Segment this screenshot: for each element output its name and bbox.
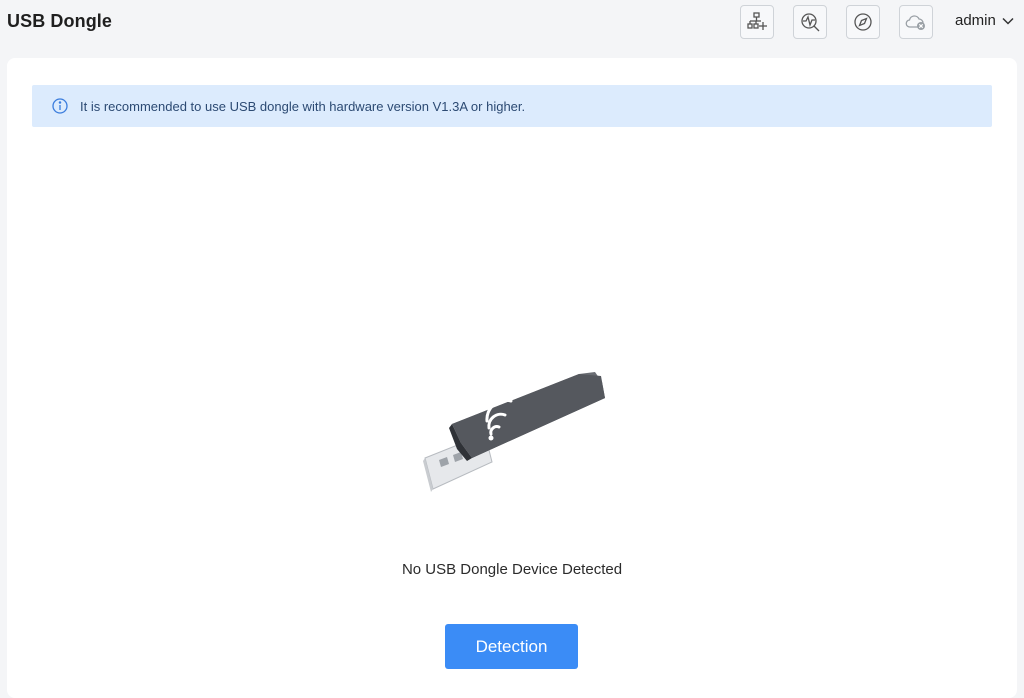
compass-button[interactable]	[846, 5, 880, 39]
top-bar: USB Dongle admin	[0, 0, 1024, 48]
detection-button[interactable]: Detection	[445, 624, 578, 669]
diagnostics-button[interactable]	[793, 5, 827, 39]
cloud-disconnected-icon	[904, 11, 928, 33]
compass-icon	[852, 11, 874, 33]
network-add-icon	[746, 11, 768, 33]
diagnostics-icon	[799, 11, 821, 33]
user-name: admin	[955, 12, 996, 29]
chevron-down-icon	[1002, 12, 1014, 29]
user-menu[interactable]: admin	[955, 12, 1014, 29]
info-icon	[52, 98, 68, 114]
content-card: It is recommended to use USB dongle with…	[7, 58, 1017, 698]
network-add-button[interactable]	[740, 5, 774, 39]
cloud-status-button[interactable]	[899, 5, 933, 39]
usb-dongle-illustration	[419, 368, 613, 498]
usb-dongle-icon	[419, 372, 613, 502]
no-device-message: No USB Dongle Device Detected	[401, 561, 623, 578]
page-title: USB Dongle	[7, 11, 113, 31]
info-notice: It is recommended to use USB dongle with…	[32, 85, 992, 127]
notice-text: It is recommended to use USB dongle with…	[80, 98, 526, 114]
